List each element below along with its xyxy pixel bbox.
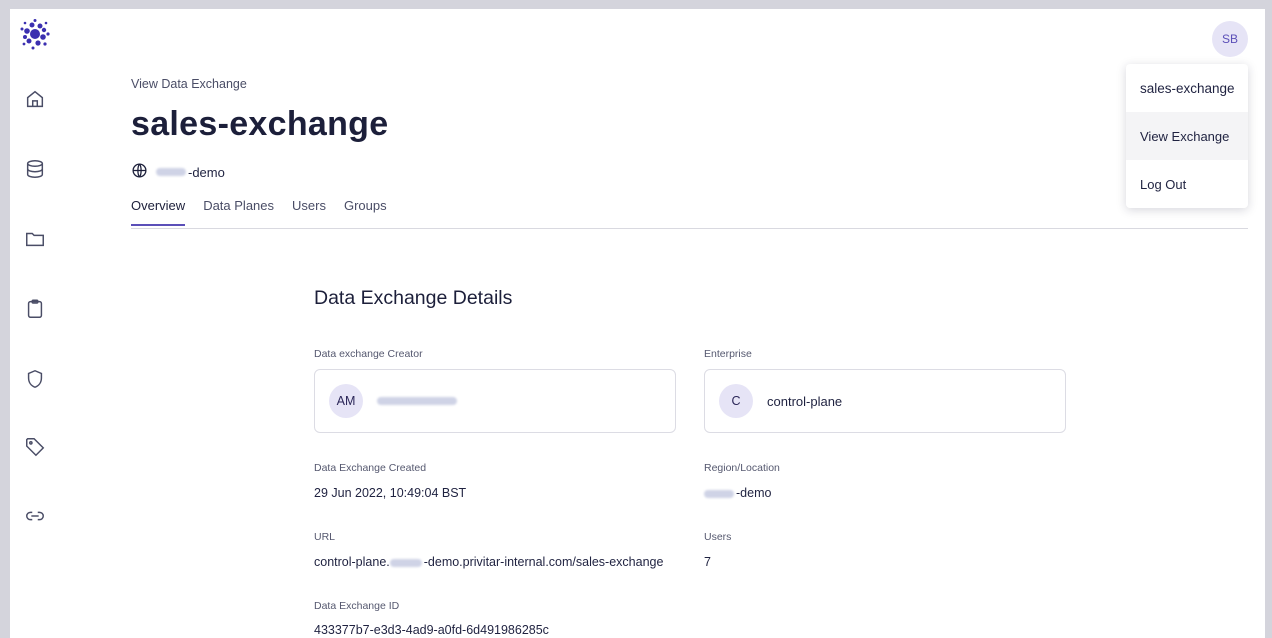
redacted-creator-name	[377, 397, 457, 405]
created-label: Data Exchange Created	[314, 462, 427, 474]
shield-icon[interactable]	[24, 368, 46, 390]
folder-icon[interactable]	[24, 228, 46, 250]
url-suffix: -demo.privitar-internal.com/sales-exchan…	[423, 555, 664, 569]
user-avatar-button[interactable]: SB	[1212, 21, 1248, 57]
creator-avatar: AM	[329, 384, 363, 418]
database-icon[interactable]	[24, 158, 46, 180]
tab-groups[interactable]: Groups	[344, 198, 387, 226]
logo[interactable]	[18, 17, 52, 51]
redacted-text	[156, 168, 186, 176]
region-value: -demo	[704, 486, 771, 500]
tab-divider	[131, 228, 1248, 229]
enterprise-label: Enterprise	[704, 348, 752, 360]
region-suffix: -demo	[736, 486, 772, 500]
breadcrumb[interactable]: View Data Exchange	[131, 77, 247, 91]
region-label: Region/Location	[704, 462, 780, 474]
redacted-text	[704, 489, 734, 498]
organisation-row: -demo	[131, 162, 225, 182]
user-menu: sales-exchange View Exchange Log Out	[1126, 64, 1248, 208]
organisation-name: -demo	[188, 164, 225, 180]
tab-data-planes[interactable]: Data Planes	[203, 198, 274, 226]
url-label: URL	[314, 531, 336, 543]
redacted-text	[389, 558, 422, 567]
creator-label: Data exchange Creator	[314, 348, 423, 360]
creator-card: AM	[314, 369, 676, 433]
tab-users[interactable]: Users	[292, 198, 326, 226]
created-value: 29 Jun 2022, 10:49:04 BST	[314, 486, 467, 500]
enterprise-card: C control-plane	[704, 369, 1066, 433]
menu-item-exchange-name[interactable]: sales-exchange	[1126, 64, 1248, 112]
users-count: 7	[704, 555, 711, 569]
url-prefix: control-plane.	[314, 555, 390, 569]
menu-item-view-exchange[interactable]: View Exchange	[1126, 112, 1248, 160]
enterprise-name: control-plane	[767, 393, 843, 409]
id-value: 433377b7-e3d3-4ad9-a0fd-6d491986285c	[314, 623, 549, 637]
menu-item-log-out[interactable]: Log Out	[1126, 160, 1248, 208]
users-label: Users	[704, 531, 732, 543]
tab-overview[interactable]: Overview	[131, 198, 186, 226]
home-icon[interactable]	[24, 88, 46, 110]
app-window: SB sales-exchange View Exchange Log Out …	[10, 9, 1265, 638]
page-title: sales-exchange	[131, 105, 389, 143]
section-title: Data Exchange Details	[314, 287, 513, 309]
sidebar	[10, 9, 58, 638]
clipboard-icon[interactable]	[24, 298, 46, 320]
tag-icon[interactable]	[24, 436, 46, 458]
enterprise-avatar: C	[719, 384, 753, 418]
url-value: control-plane. -demo.privitar-internal.co…	[314, 555, 663, 569]
globe-icon	[131, 162, 156, 182]
tab-bar: Overview Data Planes Users Groups	[131, 198, 405, 226]
link-icon[interactable]	[24, 505, 46, 527]
id-label: Data Exchange ID	[314, 600, 400, 612]
